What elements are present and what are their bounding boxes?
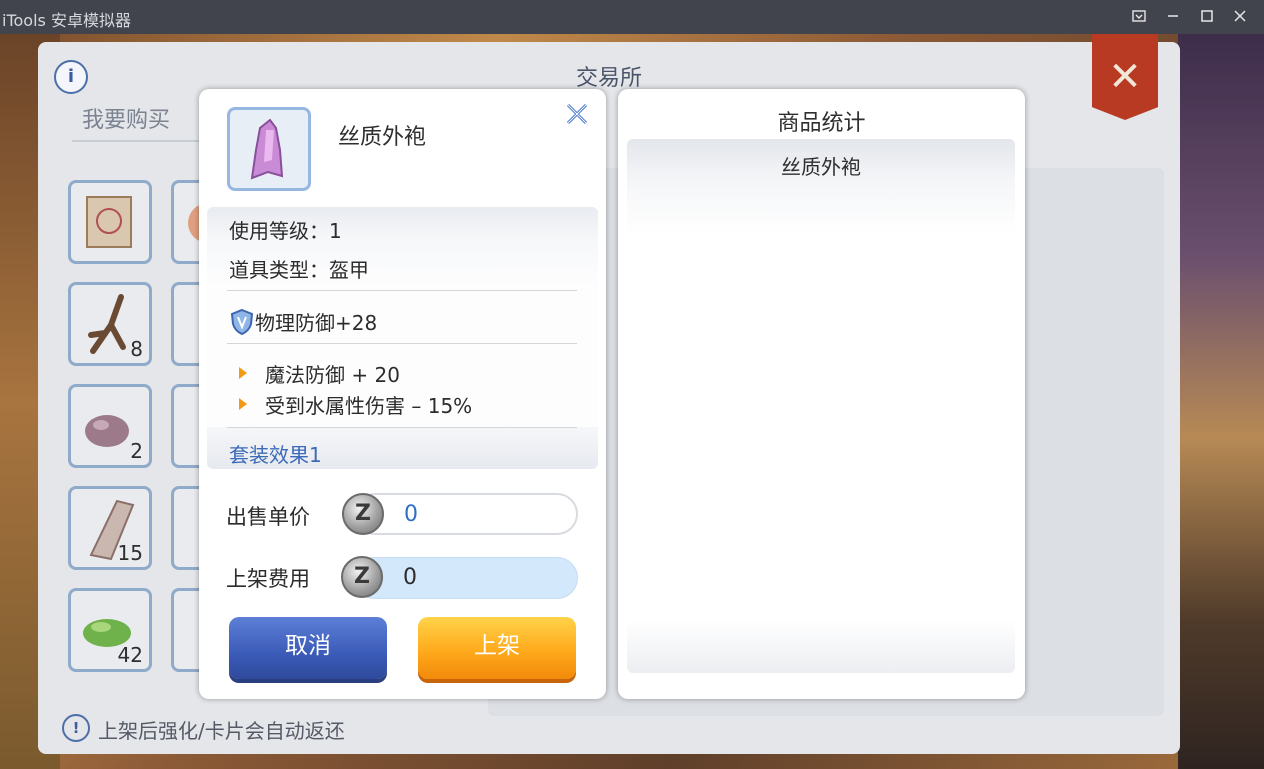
item-detail-dialog: 丝质外袍 使用等级：1 道具类型：盔甲 物理防御+28 魔法防御 + 20 受到… — [199, 89, 606, 699]
slot-count: 42 — [117, 643, 143, 667]
slot-count: 2 — [130, 439, 143, 463]
zeny-coin-icon: Z — [341, 556, 383, 598]
minimize-icon[interactable] — [1164, 8, 1182, 26]
listing-fee-field: Z 0 — [341, 556, 578, 599]
list-item[interactable]: 丝质外袍 — [627, 151, 1015, 180]
unit-price-field[interactable]: Z 0 — [342, 493, 578, 535]
shield-icon — [230, 308, 254, 336]
unit-price-label: 出售单价 — [226, 505, 310, 529]
stats-list[interactable]: 丝质外袍 — [627, 139, 1015, 673]
game-background-right — [1178, 34, 1264, 769]
slot-count: 8 — [130, 337, 143, 361]
minimize-to-tray-icon[interactable] — [1130, 8, 1148, 26]
maximize-icon[interactable] — [1198, 8, 1216, 26]
set-effect-label[interactable]: 套装效果1 — [229, 439, 322, 468]
physical-defense-text: 物理防御+28 — [255, 311, 378, 335]
product-stats-panel: 商品统计 丝质外袍 — [618, 89, 1025, 699]
listing-fee-label: 上架费用 — [226, 567, 310, 591]
slot-count: 15 — [117, 541, 143, 565]
window-title: iTools 安卓模拟器 — [2, 11, 131, 30]
close-exchange-button[interactable]: ✕ — [1092, 34, 1158, 120]
item-type-row: 道具类型：盔甲 — [229, 254, 369, 283]
notice-text: 上架后强化/卡片会自动返还 — [98, 719, 345, 743]
inventory-slot[interactable]: 2 — [68, 384, 152, 468]
unit-price-value: 0 — [404, 502, 418, 527]
cancel-button[interactable]: 取消 — [229, 617, 387, 679]
inventory-slot[interactable]: 42 — [68, 588, 152, 672]
list-item-button[interactable]: 上架 — [418, 617, 576, 679]
inventory-slot[interactable]: 15 — [68, 486, 152, 570]
close-window-icon[interactable] — [1231, 8, 1249, 26]
item-name: 丝质外袍 — [338, 125, 427, 150]
orange-triangle-icon — [239, 367, 247, 379]
stats-title: 商品统计 — [777, 111, 866, 136]
listing-fee-value: 0 — [403, 565, 417, 590]
inventory-slot[interactable] — [68, 180, 152, 264]
item-type-label: 道具类型： — [229, 258, 329, 282]
close-x-icon[interactable] — [563, 101, 591, 129]
bonus-row: 魔法防御 + 20 — [265, 363, 400, 387]
use-level-label: 使用等级： — [229, 219, 329, 243]
emulator-title-bar: iTools 安卓模拟器 — [0, 0, 1264, 34]
tab-buy[interactable]: 我要购买 — [82, 102, 170, 134]
divider — [227, 290, 577, 291]
item-type-value: 盔甲 — [329, 258, 369, 282]
exchange-title: 交易所 — [575, 66, 642, 91]
divider — [227, 427, 577, 428]
info-icon: ! — [62, 714, 90, 742]
divider — [227, 343, 577, 344]
use-level-row: 使用等级：1 — [229, 215, 342, 244]
physical-defense-row: 物理防御+28 — [229, 307, 377, 336]
bonus-row: 受到水属性伤害 – 15% — [265, 394, 473, 418]
orange-triangle-icon — [239, 398, 247, 410]
zeny-coin-icon: Z — [342, 493, 384, 535]
item-icon — [227, 107, 311, 191]
use-level-value: 1 — [329, 219, 342, 243]
inventory-slot[interactable]: 8 — [68, 282, 152, 366]
